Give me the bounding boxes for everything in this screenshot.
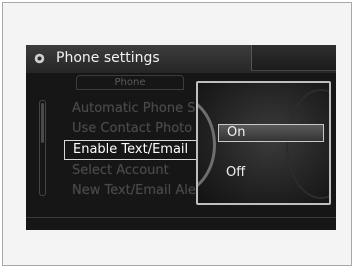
scrollbar[interactable] bbox=[39, 100, 46, 196]
scrollbar-thumb[interactable] bbox=[41, 103, 44, 143]
option-popup: On Off bbox=[196, 81, 331, 205]
page-title: Phone settings bbox=[56, 50, 160, 66]
figure-frame: Phone settings Phone Automatic Phone Syn… bbox=[2, 2, 352, 266]
option-on[interactable]: On bbox=[218, 124, 324, 142]
popup-ring-decoration bbox=[198, 95, 216, 195]
tab-phone[interactable]: Phone bbox=[76, 75, 184, 90]
title-bar-right-panel bbox=[251, 45, 336, 71]
option-off[interactable]: Off bbox=[218, 165, 324, 183]
display-screen: Phone settings Phone Automatic Phone Syn… bbox=[26, 45, 336, 230]
divider bbox=[26, 217, 336, 218]
gear-icon bbox=[34, 53, 45, 64]
